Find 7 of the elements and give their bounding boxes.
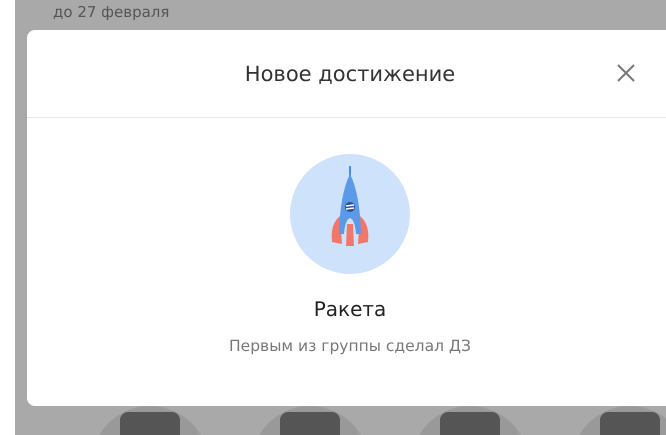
- achievement-description: Первым из группы сделал ДЗ: [229, 337, 471, 355]
- deadline-text: до 27 февраля: [53, 2, 170, 22]
- rocket-badge-icon: [290, 154, 410, 274]
- achievement-name: Ракета: [314, 297, 386, 321]
- close-icon: [615, 62, 637, 84]
- dialog-title: Новое достижение: [244, 62, 456, 86]
- close-button[interactable]: [615, 62, 637, 84]
